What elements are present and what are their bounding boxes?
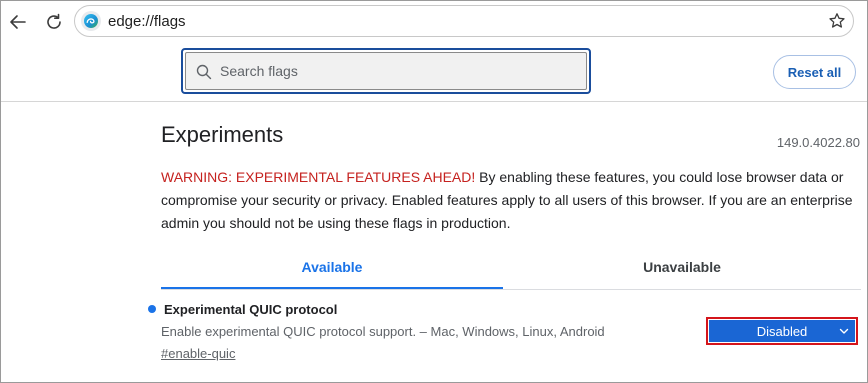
- browser-toolbar: edge://flags: [1, 1, 867, 43]
- version-number: 149.0.4022.80: [776, 135, 860, 150]
- search-icon: [196, 64, 212, 80]
- flags-content: Experiments 149.0.4022.80 WARNING: EXPER…: [1, 102, 867, 382]
- tab-unavailable[interactable]: Unavailable: [511, 247, 853, 287]
- search-box: [181, 48, 591, 94]
- experiment-description: Enable experimental QUIC protocol suppor…: [161, 324, 605, 339]
- experiment-select-highlight: Disabled: [706, 317, 858, 345]
- reload-icon: [47, 13, 61, 29]
- warning-prefix: WARNING: EXPERIMENTAL FEATURES AHEAD!: [161, 169, 476, 185]
- favorite-button[interactable]: [827, 11, 847, 31]
- arrow-left-icon: [10, 15, 26, 29]
- tab-available[interactable]: Available: [161, 247, 503, 289]
- search-field[interactable]: [185, 52, 587, 90]
- chevron-down-icon: [839, 328, 849, 334]
- experiment-item: Experimental QUIC protocol Enable experi…: [146, 300, 861, 370]
- experiment-name: Experimental QUIC protocol: [164, 302, 338, 317]
- experiment-tag-link[interactable]: #enable-quic: [161, 346, 235, 361]
- page-title: Experiments: [161, 122, 284, 147]
- search-input[interactable]: [220, 53, 580, 89]
- experiment-state-select[interactable]: Disabled: [709, 320, 855, 342]
- flags-tabs: Available Unavailable: [161, 247, 861, 290]
- reset-all-button[interactable]: Reset all: [773, 55, 856, 89]
- modified-dot-icon: [148, 305, 156, 313]
- select-value: Disabled: [756, 323, 808, 339]
- browser-window: edge://flags Reset all Experiments 149.0…: [0, 0, 868, 383]
- star-icon: [829, 13, 845, 28]
- address-url: edge://flags: [108, 13, 186, 30]
- warning-text: WARNING: EXPERIMENTAL FEATURES AHEAD! By…: [161, 166, 861, 235]
- address-bar[interactable]: edge://flags: [74, 5, 854, 37]
- back-button[interactable]: [5, 9, 31, 35]
- reload-button[interactable]: [41, 9, 67, 35]
- flags-header: Reset all: [1, 43, 867, 102]
- edge-logo-icon: [81, 11, 101, 31]
